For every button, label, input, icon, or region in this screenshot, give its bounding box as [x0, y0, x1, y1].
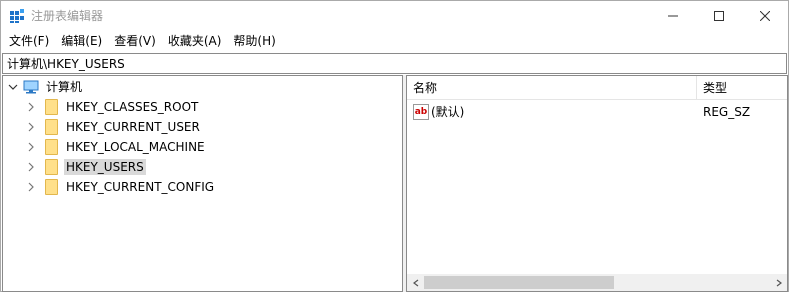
- menu-help[interactable]: 帮助(H): [227, 31, 281, 52]
- values-pane[interactable]: 名称 类型 ab (默认) REG_SZ: [406, 75, 788, 292]
- menu-bar: 文件(F) 编辑(E) 查看(V) 收藏夹(A) 帮助(H): [1, 31, 788, 52]
- tree-label: HKEY_CURRENT_USER: [66, 120, 200, 134]
- minimize-button[interactable]: [650, 1, 696, 31]
- folder-icon: [45, 139, 58, 155]
- chevron-right-icon[interactable]: [25, 141, 37, 153]
- folder-icon: [45, 99, 58, 115]
- tree-item-hku[interactable]: HKEY_USERS: [25, 157, 146, 177]
- regedit-icon: [10, 9, 24, 23]
- regedit-window: 注册表编辑器 文件(F) 编辑(E) 查看(V) 收藏夹(A) 帮助(H) 计算…: [0, 0, 789, 292]
- address-path: 计算机\HKEY_USERS: [7, 57, 125, 71]
- tree-label: HKEY_USERS: [64, 159, 146, 175]
- menu-favorites[interactable]: 收藏夹(A): [162, 31, 228, 52]
- value-name: (默认): [431, 105, 465, 119]
- chevron-down-icon[interactable]: [7, 81, 19, 93]
- tree-label-computer: 计算机: [46, 80, 83, 94]
- close-button[interactable]: [742, 1, 788, 31]
- maximize-button[interactable]: [696, 1, 742, 31]
- tree-pane[interactable]: 计算机 HKEY_CLASSES_ROOT HKEY_CURRENT_USER …: [2, 75, 403, 292]
- close-icon: [760, 11, 770, 21]
- list-item[interactable]: ab (默认) REG_SZ: [407, 102, 787, 122]
- chevron-right-icon[interactable]: [25, 101, 37, 113]
- title-bar[interactable]: 注册表编辑器: [1, 1, 788, 31]
- tree-item-hkcc[interactable]: HKEY_CURRENT_CONFIG: [25, 177, 216, 197]
- string-value-icon: ab: [413, 104, 429, 120]
- chevron-right-icon[interactable]: [25, 121, 37, 133]
- tree-label: HKEY_CURRENT_CONFIG: [66, 180, 215, 194]
- folder-icon: [45, 119, 58, 135]
- chevron-right-icon: [776, 279, 782, 286]
- window-title: 注册表编辑器: [31, 9, 104, 23]
- scroll-right-button[interactable]: [770, 274, 787, 291]
- tree-item-hkcu[interactable]: HKEY_CURRENT_USER: [25, 117, 202, 137]
- chevron-right-icon[interactable]: [25, 181, 37, 193]
- menu-file[interactable]: 文件(F): [3, 31, 55, 52]
- tree-item-hklm[interactable]: HKEY_LOCAL_MACHINE: [25, 137, 207, 157]
- address-bar[interactable]: 计算机\HKEY_USERS: [2, 53, 787, 74]
- value-type: REG_SZ: [703, 105, 751, 119]
- column-header-type[interactable]: 类型: [697, 76, 787, 100]
- menu-view[interactable]: 查看(V): [108, 31, 162, 52]
- computer-icon: [23, 80, 39, 94]
- list-header: 名称 类型: [407, 76, 787, 100]
- maximize-icon: [714, 11, 724, 21]
- horizontal-scrollbar[interactable]: [407, 274, 787, 291]
- tree-label: HKEY_CLASSES_ROOT: [66, 100, 199, 114]
- menu-edit[interactable]: 编辑(E): [55, 31, 108, 52]
- column-header-name[interactable]: 名称: [407, 76, 697, 100]
- tree-item-hkcr[interactable]: HKEY_CLASSES_ROOT: [25, 97, 200, 117]
- scroll-left-button[interactable]: [407, 274, 424, 291]
- chevron-left-icon: [412, 279, 418, 286]
- chevron-right-icon[interactable]: [25, 161, 37, 173]
- tree-label: HKEY_LOCAL_MACHINE: [66, 140, 205, 154]
- folder-icon: [45, 159, 58, 175]
- tree-item-computer[interactable]: 计算机: [7, 77, 84, 97]
- scroll-thumb[interactable]: [424, 276, 614, 289]
- folder-icon: [45, 179, 58, 195]
- minimize-icon: [668, 15, 678, 17]
